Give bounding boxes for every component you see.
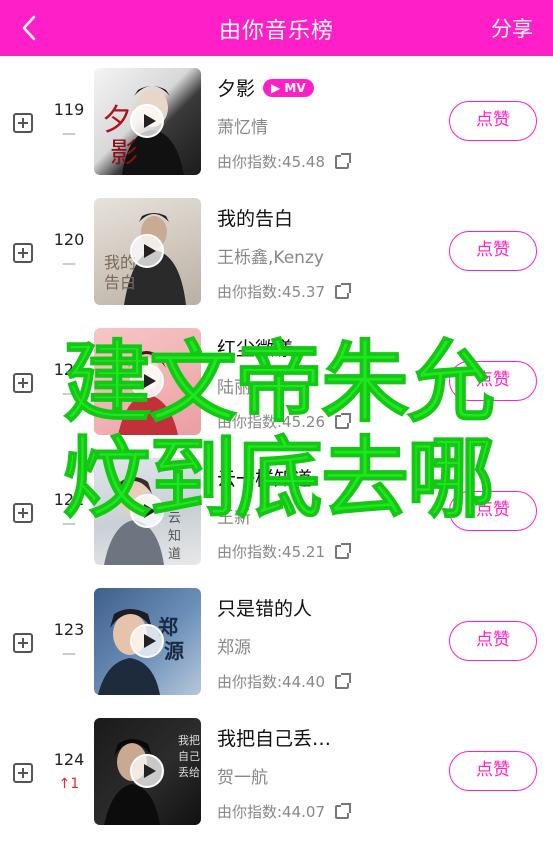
add-to-playlist-icon[interactable] [13,633,33,653]
artist-name[interactable]: 萧忆情 [217,113,268,138]
share-button[interactable]: 分享 [491,13,533,43]
overlay-line-2: 炆到底去哪 [62,427,495,530]
rank-number: 123 [53,620,85,639]
svg-text:丢给: 丢给 [178,766,200,779]
list-item[interactable]: 120 — 我的 告白 我的告白 王栎鑫,Kenzy 由你指数:45.37 点赞 [0,186,553,316]
top-bar: 由你音乐榜 分享 [0,0,553,56]
list-item[interactable]: 119 — 夕 影 夕影 ▶ MV 萧忆情 由你指数:45.48 点赞 [0,56,553,186]
svg-text:告白: 告白 [104,273,136,292]
album-cover[interactable]: 我把 自己 丢给 [94,718,201,825]
artist-name[interactable]: 贺一航 [217,763,268,788]
external-link-icon[interactable] [335,153,351,169]
add-to-playlist-icon[interactable] [13,243,33,263]
album-cover[interactable]: 郑 源 [94,588,201,695]
mv-badge[interactable]: ▶ MV [263,79,314,97]
popularity-index: 由你指数:45.48 [217,151,351,172]
play-icon[interactable] [130,754,164,788]
svg-text:知: 知 [168,528,181,544]
page-title: 由你音乐榜 [218,19,334,44]
overlay-line-1: 建文帝朱允 [62,331,495,434]
rank-trend: — [62,256,76,272]
external-link-icon[interactable] [335,803,351,819]
external-link-icon[interactable] [335,673,351,689]
album-cover[interactable]: 夕 影 [94,68,201,175]
play-icon[interactable] [130,234,164,268]
rank-trend: ↑1 [58,776,80,792]
song-title[interactable]: 我把自己丢… [217,724,331,751]
popularity-index: 由你指数:44.07 [217,801,351,822]
external-link-icon[interactable] [335,543,351,559]
svg-text:影: 影 [110,136,138,169]
add-to-playlist-icon[interactable] [13,763,33,783]
artist-name[interactable]: 郑源 [217,633,251,658]
add-to-playlist-icon[interactable] [13,113,33,133]
popularity-index: 由你指数:45.21 [217,541,351,562]
external-link-icon[interactable] [335,283,351,299]
popularity-index: 由你指数:44.40 [217,671,351,692]
like-button[interactable]: 点赞 [449,101,537,141]
rank-trend: — [62,646,76,662]
svg-text:道: 道 [168,547,181,562]
rank-number: 124 [53,750,85,769]
play-icon[interactable] [130,624,164,658]
song-title[interactable]: 我的告白 [217,204,293,231]
popularity-index: 由你指数:45.37 [217,281,351,302]
rank-number: 120 [53,230,85,249]
song-title[interactable]: 只是错的人 [217,594,312,621]
svg-text:自己: 自己 [178,750,200,763]
list-item[interactable]: 124 ↑1 我把 自己 丢给 我把自己丢… 贺一航 由你指数:44.07 点赞 [0,706,553,836]
song-title[interactable]: 夕影 ▶ MV [217,74,314,101]
like-button[interactable]: 点赞 [449,751,537,791]
overlay-headline: 建文帝朱允 炆到底去哪 [28,331,528,530]
rank-number: 119 [53,100,85,119]
list-item[interactable]: 123 — 郑 源 只是错的人 郑源 由你指数:44.40 点赞 [0,576,553,706]
rank-trend: — [62,126,76,142]
svg-text:夕: 夕 [102,103,132,138]
svg-text:我把: 我把 [178,733,200,747]
album-cover[interactable]: 我的 告白 [94,198,201,305]
play-icon[interactable] [130,104,164,138]
like-button[interactable]: 点赞 [449,621,537,661]
artist-name[interactable]: 王栎鑫,Kenzy [217,243,324,268]
svg-text:源: 源 [164,639,184,663]
like-button[interactable]: 点赞 [449,231,537,271]
